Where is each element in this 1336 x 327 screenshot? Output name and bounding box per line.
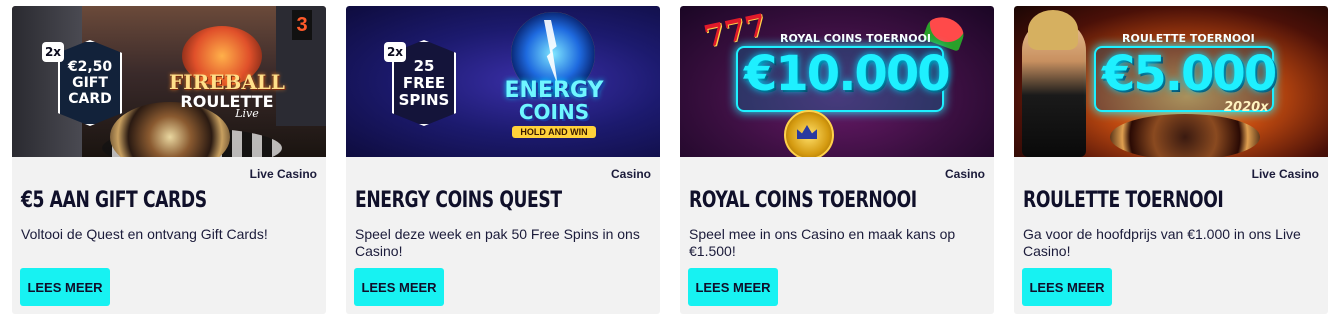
- promo-description: Voltooi de Quest en ontvang Gift Cards!: [21, 226, 268, 242]
- multiplier-label: 2020x: [1224, 100, 1269, 115]
- promo-banner-royal-coins[interactable]: 777 ROYAL COINS TOERNOOI €10.000: [680, 6, 994, 157]
- lees-meer-button[interactable]: LEES MEER: [688, 268, 778, 306]
- roulette-wheel-icon: [1110, 114, 1260, 157]
- lees-meer-button[interactable]: LEES MEER: [1022, 268, 1112, 306]
- energy-coins-logo: ENERGY COINS HOLD AND WIN: [504, 78, 604, 138]
- category-label: Live Casino: [249, 167, 317, 181]
- promo-card-gift-cards[interactable]: 3 FIREBALL ROULETTE Live €2,50 GIFT CARD…: [12, 6, 326, 314]
- banner-heading: ROULETTE TOERNOOI: [1122, 32, 1255, 45]
- promo-banner-fireball-roulette[interactable]: 3 FIREBALL ROULETTE Live €2,50 GIFT CARD…: [12, 6, 326, 157]
- promo-title: ROYAL COINS TOERNOOI: [689, 188, 917, 213]
- dealer-hair: [1028, 10, 1078, 50]
- multiplier-badge: 2x: [42, 42, 64, 62]
- promo-description: Speel deze week en pak 50 Free Spins in …: [355, 226, 640, 259]
- promo-card-roulette-toernooi[interactable]: ROULETTE TOERNOOI €5.000 2020x Live Casi…: [1014, 6, 1328, 314]
- promo-card-royal-coins[interactable]: 777 ROYAL COINS TOERNOOI €10.000 Casino …: [680, 6, 994, 314]
- lees-meer-button[interactable]: LEES MEER: [20, 268, 110, 306]
- promo-title: €5 AAN GIFT CARDS: [21, 188, 207, 213]
- prize-amount: €10.000: [744, 46, 951, 102]
- promo-card-energy-coins[interactable]: ENERGY COINS HOLD AND WIN 25 FREE SPINS …: [346, 6, 660, 314]
- prize-amount: €5.000: [1102, 46, 1277, 102]
- promotions-row: 3 FIREBALL ROULETTE Live €2,50 GIFT CARD…: [12, 6, 1328, 314]
- promo-title: ENERGY COINS QUEST: [355, 188, 562, 213]
- gift-card-badge: €2,50 GIFT CARD: [58, 40, 122, 126]
- category-label: Live Casino: [1251, 167, 1319, 181]
- lees-meer-button[interactable]: LEES MEER: [354, 268, 444, 306]
- promo-description: Speel mee in ons Casino en maak kans op …: [689, 226, 956, 259]
- fireball-roulette-logo: FIREBALL ROULETTE Live: [169, 70, 285, 120]
- category-label: Casino: [610, 167, 651, 181]
- promo-title: ROULETTE TOERNOOI: [1023, 188, 1224, 213]
- multiplier-badge: 2x: [384, 42, 406, 62]
- promo-banner-roulette-toernooi[interactable]: ROULETTE TOERNOOI €5.000 2020x: [1014, 6, 1328, 157]
- banner-heading: ROYAL COINS TOERNOOI: [780, 32, 932, 45]
- promo-banner-energy-coins[interactable]: ENERGY COINS HOLD AND WIN 25 FREE SPINS …: [346, 6, 660, 157]
- promo-description: Ga voor de hoofdprijs van €1.000 in ons …: [1023, 226, 1301, 259]
- category-label: Casino: [944, 167, 985, 181]
- stage-number: 3: [292, 10, 312, 40]
